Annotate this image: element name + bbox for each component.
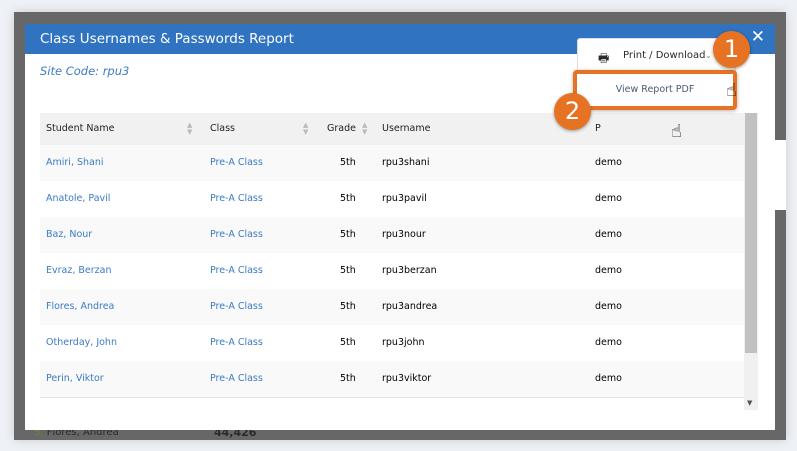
hand-cursor-icon: ☝ xyxy=(671,121,682,142)
column-header-grade[interactable]: Grade xyxy=(327,113,356,145)
username-cell: rpu3berzan xyxy=(382,265,437,276)
grade-cell: 5th xyxy=(340,337,356,348)
chevron-down-icon: ⌄ xyxy=(705,51,712,60)
column-header-student-name[interactable]: Student Name xyxy=(46,113,114,145)
sort-icon[interactable]: ▲ ▼ xyxy=(303,122,308,136)
class-link[interactable]: Pre-A Class xyxy=(210,253,263,289)
site-code: Site Code: rpu3 xyxy=(40,64,130,78)
class-link[interactable]: Pre-A Class xyxy=(210,145,263,181)
table-row: Flores, Andrea Pre-A Class 5th rpu3andrea de… xyxy=(40,289,745,326)
column-header-username[interactable]: Username xyxy=(382,113,430,145)
class-link[interactable]: Pre-A Class xyxy=(210,181,263,217)
hand-cursor-icon: ☝ xyxy=(726,80,737,101)
password-cell: demo xyxy=(595,193,622,204)
print-download-button[interactable]: 🖶 Print / Download ⌄ xyxy=(578,39,735,73)
class-link[interactable]: Pre-A Class xyxy=(210,217,263,253)
username-cell: rpu3pavil xyxy=(382,193,427,204)
username-cell: rpu3john xyxy=(382,337,425,348)
student-name-link[interactable]: Amiri, Shani xyxy=(46,145,104,181)
grade-cell: 5th xyxy=(340,229,356,240)
table-row: Evraz, Berzan Pre-A Class 5th rpu3berzan dem… xyxy=(40,253,745,290)
step-badge-1: 1 xyxy=(713,31,750,68)
class-link[interactable]: Pre-A Class xyxy=(210,361,263,397)
student-name-link[interactable]: Baz, Nour xyxy=(46,217,92,253)
student-name-link[interactable]: Evraz, Berzan xyxy=(46,253,111,289)
table-row: Perin, Viktor Pre-A Class 5th rpu3viktor dem… xyxy=(40,361,745,398)
table-row: Amiri, Shani Pre-A Class 5th rpu3shani demo xyxy=(40,145,745,182)
password-cell: demo xyxy=(595,337,622,348)
class-link[interactable]: Pre-A Class xyxy=(210,325,263,361)
student-name-link[interactable]: Anatole, Pavil xyxy=(46,181,110,217)
step-badge-2: 2 xyxy=(554,93,591,130)
password-cell: demo xyxy=(595,229,622,240)
student-name-link[interactable]: Flores, Andrea xyxy=(46,289,114,325)
grade-cell: 5th xyxy=(340,157,356,168)
printer-icon: 🖶 xyxy=(598,51,610,65)
table-row: Baz, Nour Pre-A Class 5th rpu3nour demo xyxy=(40,217,745,254)
username-cell: rpu3shani xyxy=(382,157,430,168)
column-header-class[interactable]: Class xyxy=(210,113,235,145)
table-row: Anatole, Pavil Pre-A Class 5th rpu3pavil dem… xyxy=(40,181,745,218)
table-row: Otherday, John Pre-A Class 5th rpu3john demo xyxy=(40,325,745,362)
scrollbar-thumb[interactable] xyxy=(745,113,757,353)
grade-cell: 5th xyxy=(340,301,356,312)
table-header-row: Student Name ▲ ▼ Class ▲ ▼ Grade ▲ ▼ Userna… xyxy=(40,113,745,146)
class-link[interactable]: Pre-A Class xyxy=(210,289,263,325)
password-cell: demo xyxy=(595,373,622,384)
username-cell: rpu3andrea xyxy=(382,301,438,312)
sort-icon[interactable]: ▲ ▼ xyxy=(362,122,367,136)
grade-cell: 5th xyxy=(340,265,356,276)
username-cell: rpu3nour xyxy=(382,229,426,240)
student-name-link[interactable]: Perin, Viktor xyxy=(46,361,104,397)
column-header-password[interactable]: P xyxy=(595,113,601,145)
background-panel xyxy=(774,140,786,210)
password-cell: demo xyxy=(595,265,622,276)
password-cell: demo xyxy=(595,301,622,312)
close-icon[interactable]: ✕ xyxy=(751,27,765,47)
scroll-down-arrow-icon[interactable]: ▼ xyxy=(747,399,752,407)
grade-cell: 5th xyxy=(340,373,356,384)
student-name-link[interactable]: Otherday, John xyxy=(46,325,117,361)
view-report-pdf-option[interactable]: View Report PDF xyxy=(573,70,737,110)
students-table: Student Name ▲ ▼ Class ▲ ▼ Grade ▲ ▼ Userna… xyxy=(40,113,745,410)
table-scrollbar[interactable]: ▼ xyxy=(744,113,758,410)
password-cell: demo xyxy=(595,157,622,168)
sort-icon[interactable]: ▲ ▼ xyxy=(187,122,192,136)
grade-cell: 5th xyxy=(340,193,356,204)
username-cell: rpu3viktor xyxy=(382,373,432,384)
